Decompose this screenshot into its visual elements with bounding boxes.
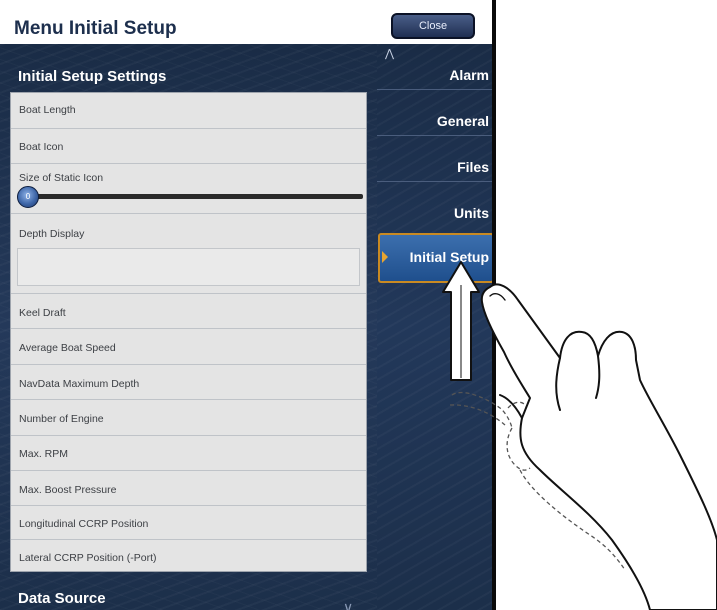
hand-icon bbox=[480, 283, 717, 610]
arrow-up-icon bbox=[442, 261, 480, 381]
swipe-up-hand-icon bbox=[442, 261, 717, 610]
